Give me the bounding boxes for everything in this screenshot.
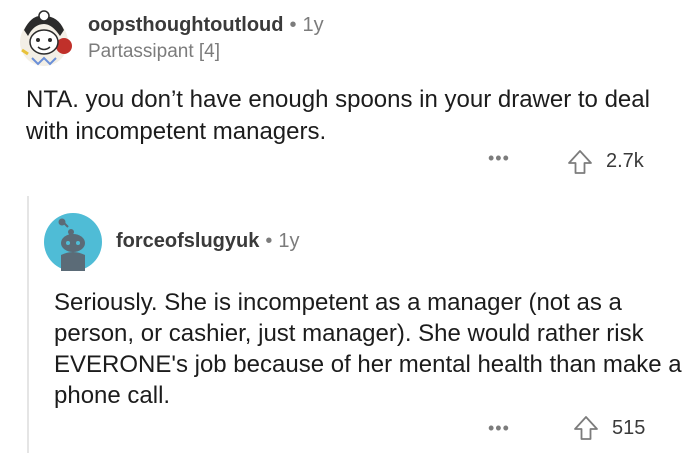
comment-body: Seriously. She is incompetent as a manag… bbox=[54, 289, 682, 409]
snoo-avatar-icon bbox=[20, 10, 72, 66]
comment-body: NTA. you don’t have enough spoons in you… bbox=[26, 86, 650, 145]
more-options-button[interactable]: ••• bbox=[488, 148, 510, 169]
comment-age: 1y bbox=[278, 230, 300, 252]
separator-dot: • bbox=[265, 230, 273, 252]
upvote-button[interactable] bbox=[566, 148, 594, 176]
comment-header: oopsthoughtoutloud • 1y bbox=[88, 14, 324, 37]
comment-age: 1y bbox=[302, 14, 324, 36]
user-flair: Partassipant [4] bbox=[88, 41, 221, 62]
vote-score: 2.7k bbox=[606, 150, 644, 172]
username[interactable]: oopsthoughtoutloud bbox=[88, 14, 283, 36]
more-options-button[interactable]: ••• bbox=[488, 418, 510, 439]
thread-line[interactable] bbox=[27, 196, 29, 453]
vote-score: 515 bbox=[612, 417, 646, 439]
upvote-arrow-icon bbox=[568, 150, 592, 174]
user-avatar[interactable] bbox=[44, 213, 102, 271]
separator-dot: • bbox=[289, 14, 297, 36]
comment-header: forceofslugyuk • 1y bbox=[116, 230, 300, 253]
username[interactable]: forceofslugyuk bbox=[116, 230, 259, 252]
upvote-button[interactable] bbox=[572, 414, 600, 442]
upvote-arrow-icon bbox=[574, 416, 598, 440]
snoo-avatar-icon bbox=[44, 213, 102, 271]
user-avatar[interactable] bbox=[14, 10, 74, 70]
